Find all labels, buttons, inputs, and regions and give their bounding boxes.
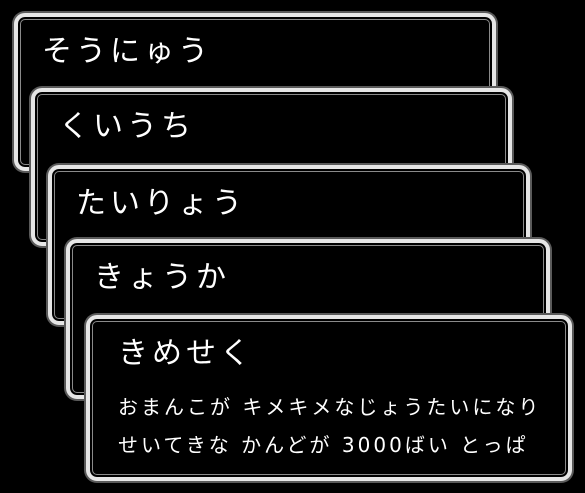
skill-window-selected[interactable]: きめせく おまんこが キメキメなじょうたいになり せいてきな かんどが 3000… — [86, 315, 572, 481]
skill-title-volume: たいりょう — [76, 186, 246, 221]
skill-title-enhance: きょうか — [94, 260, 230, 295]
skill-description-line-2: せいてきな かんどが 3000ばい とっぱ — [118, 433, 529, 457]
skill-title-selected: きめせく — [118, 336, 254, 371]
skill-title-insert: そうにゅう — [42, 34, 212, 69]
skill-title-stake: くいうち — [59, 109, 195, 144]
skill-description-line-1: おまんこが キメキメなじょうたいになり — [118, 395, 542, 419]
